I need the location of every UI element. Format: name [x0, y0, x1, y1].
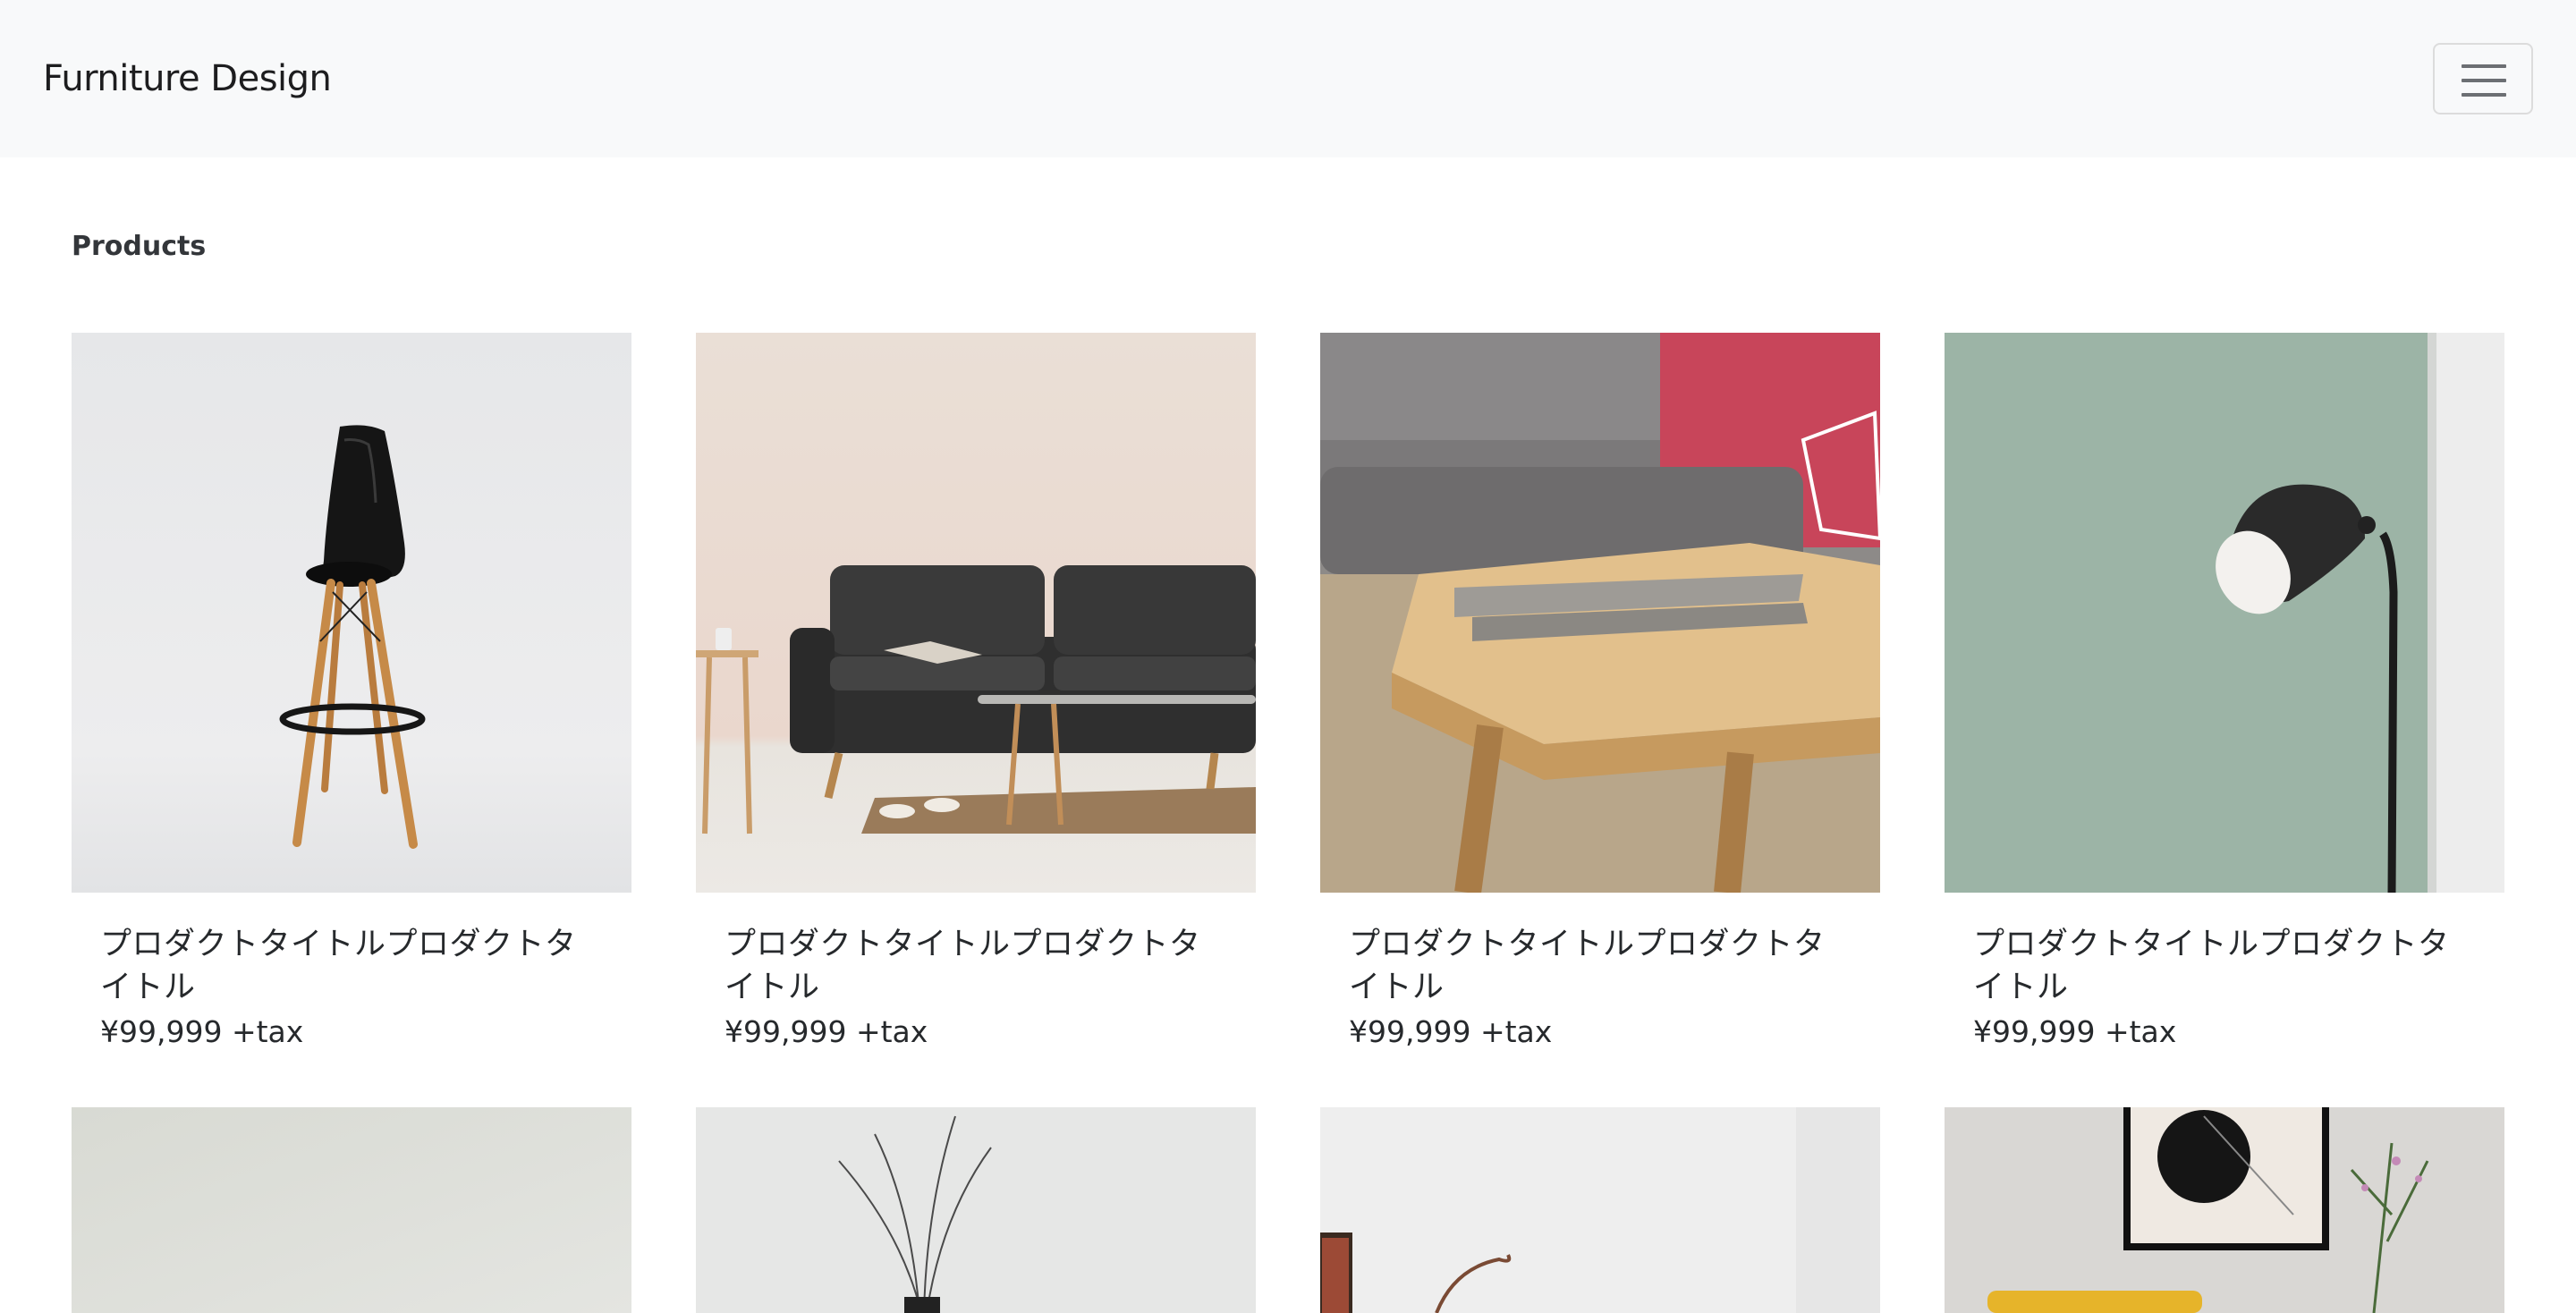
product-price: ¥99,999 +tax	[100, 1014, 304, 1049]
brand-link[interactable]: Furniture Design	[43, 55, 332, 102]
product-price: ¥99,999 +tax	[1349, 1014, 1553, 1049]
product-title[interactable]: プロダクトタイトルプロダクトタイトル	[1349, 923, 1850, 1009]
product-image[interactable]	[72, 333, 631, 893]
product-price: ¥99,999 +tax	[1973, 1014, 2177, 1049]
product-image[interactable]	[1945, 1107, 2504, 1313]
product-title[interactable]: プロダクトタイトルプロダクトタイトル	[1973, 923, 2474, 1009]
product-image[interactable]	[696, 333, 1256, 893]
product-title[interactable]: プロダクトタイトルプロダクトタイトル	[100, 923, 601, 1009]
product-image[interactable]	[72, 1107, 631, 1313]
product-image[interactable]	[1320, 1107, 1880, 1313]
navbar: Furniture Design	[0, 0, 2576, 157]
menu-toggle-button[interactable]	[2433, 43, 2533, 114]
hamburger-menu-icon	[2462, 64, 2506, 68]
product-image[interactable]	[696, 1107, 1256, 1313]
product-image[interactable]	[1320, 333, 1880, 893]
product-image[interactable]	[1945, 333, 2504, 893]
product-title[interactable]: プロダクトタイトルプロダクトタイトル	[724, 923, 1225, 1009]
section-title: Products	[72, 231, 207, 262]
product-price: ¥99,999 +tax	[724, 1014, 928, 1049]
